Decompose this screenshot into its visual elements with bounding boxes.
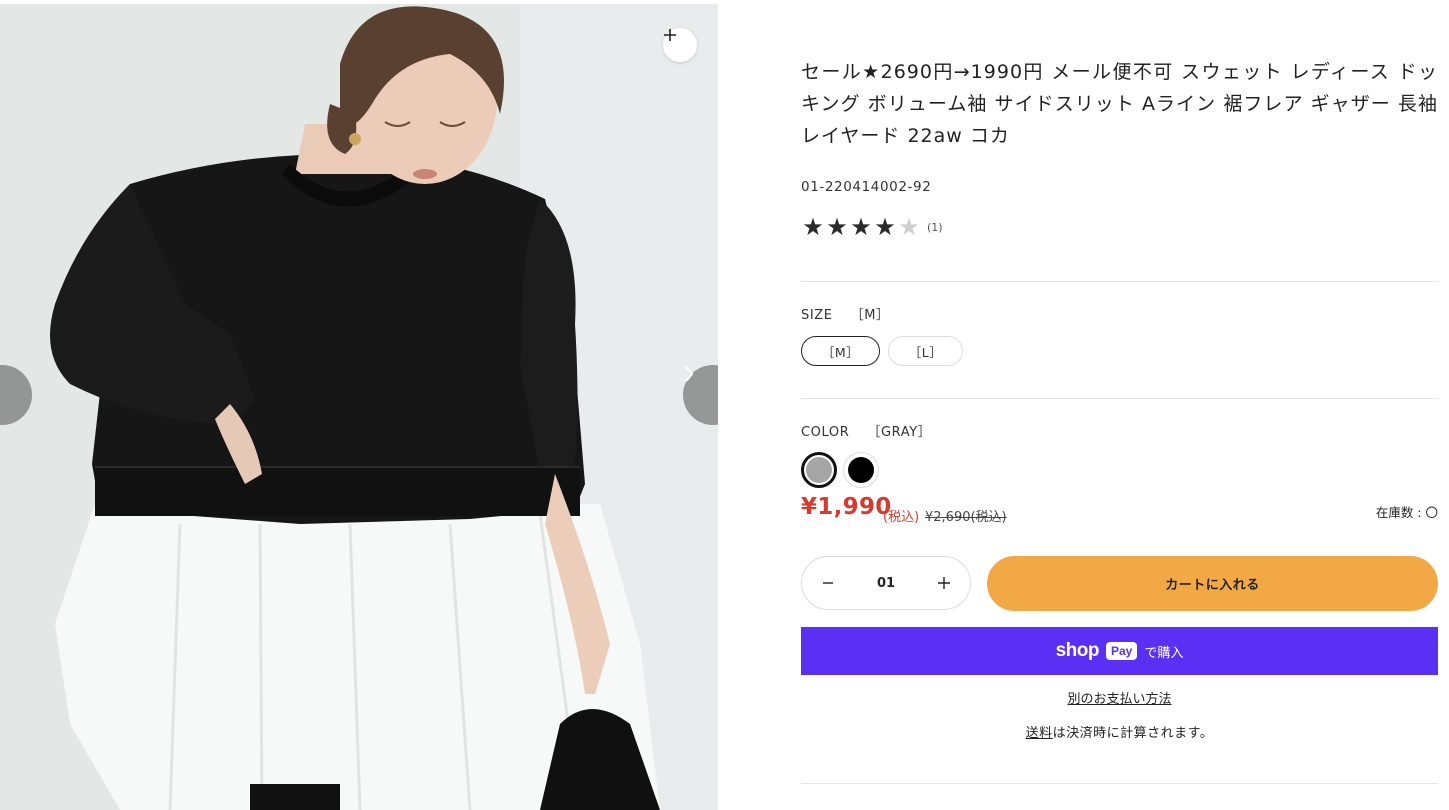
tax-label: (税込)	[883, 510, 920, 525]
price-row: ¥1,990 (税込) ¥2,690(税込) 在庫数 : 〇	[801, 494, 1438, 528]
size-label-row: SIZE ［M］	[801, 304, 890, 323]
star-filled-icon: ★	[874, 213, 896, 241]
shop-pay-buy-label: で購入	[1144, 645, 1184, 661]
zoom-button[interactable]	[663, 28, 697, 62]
shipping-note: 送料は決済時に計算されます。	[801, 722, 1438, 741]
review-count: (1)	[927, 220, 943, 234]
product-sku: 01-220414002-92	[801, 179, 932, 195]
stock-status: 在庫数 : 〇	[1375, 505, 1438, 520]
quantity-increase-button[interactable]	[934, 573, 954, 593]
quantity-stepper	[801, 556, 971, 610]
divider	[801, 783, 1438, 784]
shop-pay-badge: Pay	[1106, 642, 1138, 660]
size-options: ［M］ ［L］	[801, 336, 963, 366]
color-selected-value: ［GRAY］	[867, 425, 932, 440]
color-label: COLOR	[801, 425, 850, 440]
product-title: セール★2690円→1990円 メール便不可 スウェット レディース ドッキング…	[801, 61, 1438, 147]
quantity-input[interactable]	[864, 574, 908, 592]
add-to-cart-button[interactable]: カートに入れる	[987, 556, 1438, 611]
plus-icon	[938, 577, 950, 589]
color-label-row: COLOR ［GRAY］	[801, 421, 931, 440]
shop-pay-button[interactable]: shop Pay で購入	[801, 627, 1438, 675]
color-swatch-black[interactable]	[843, 452, 879, 488]
original-price: ¥2,690(税込)	[925, 510, 1007, 525]
product-image-gallery[interactable]	[0, 4, 718, 810]
more-payment-options-link[interactable]: 別のお支払い方法	[801, 688, 1438, 707]
shipping-note-text: は決済時に計算されます。	[1052, 726, 1214, 741]
star-filled-icon: ★	[850, 213, 872, 241]
color-swatches	[801, 452, 879, 488]
size-option-m[interactable]: ［M］	[801, 336, 880, 366]
swatch-fill	[806, 457, 832, 483]
swatch-fill	[848, 457, 874, 483]
shipping-policy-link[interactable]: 送料	[1026, 726, 1053, 741]
product-rating[interactable]: ★ ★ ★ ★ ★ (1)	[801, 213, 943, 241]
minus-icon	[823, 582, 833, 584]
product-photo	[0, 4, 718, 810]
star-empty-icon: ★	[898, 213, 920, 241]
size-label: SIZE	[801, 308, 833, 323]
color-swatch-gray[interactable]	[801, 452, 837, 488]
star-filled-icon: ★	[802, 213, 824, 241]
sale-price: ¥1,990	[801, 494, 892, 520]
divider	[801, 281, 1438, 282]
star-filled-icon: ★	[826, 213, 848, 241]
shop-pay-logo-text: shop	[1055, 640, 1100, 661]
size-option-l[interactable]: ［L］	[888, 336, 963, 366]
size-selected-value: ［M］	[850, 308, 890, 323]
quantity-decrease-button[interactable]	[818, 573, 838, 593]
divider	[801, 398, 1438, 399]
